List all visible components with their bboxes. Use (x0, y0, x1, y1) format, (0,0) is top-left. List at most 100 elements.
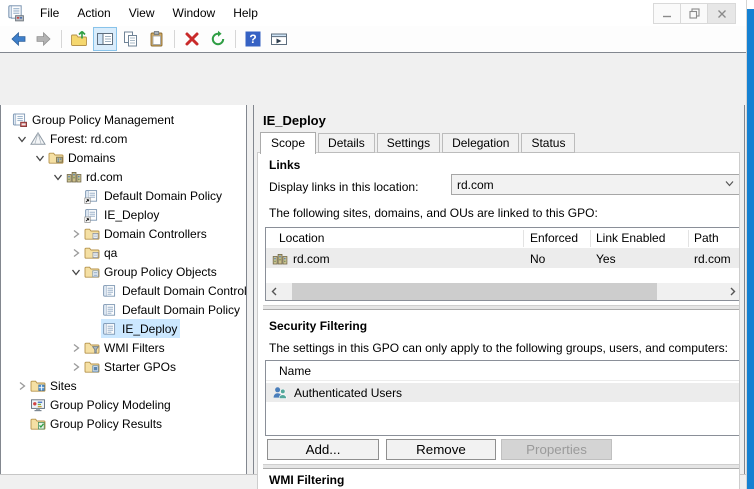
expander-icon[interactable] (68, 207, 83, 222)
refresh-button[interactable] (206, 27, 230, 51)
expander-icon[interactable] (86, 283, 101, 298)
toolbar-separator (61, 30, 62, 48)
gpo-icon (102, 283, 118, 299)
menu-action[interactable]: Action (68, 3, 119, 23)
security-filtering-list: Name Authenticated Users (265, 360, 740, 436)
refresh-icon (209, 30, 227, 48)
scrollbar-thumb[interactable] (292, 283, 657, 300)
tree-item[interactable]: Default Domain Controll (1, 281, 246, 300)
expander-icon[interactable] (14, 397, 29, 412)
forward-icon (35, 30, 53, 48)
menu-file[interactable]: File (31, 3, 68, 23)
expander-icon[interactable] (0, 112, 11, 127)
show-console-tree-button[interactable] (93, 27, 117, 51)
column-divider[interactable] (590, 230, 591, 247)
expander-icon[interactable] (68, 226, 83, 241)
forest-icon (30, 131, 46, 147)
tree-item[interactable]: Default Domain Policy (1, 186, 246, 205)
security-filtering-intro: The settings in this GPO can only apply … (269, 341, 728, 355)
scroll-left-arrow[interactable] (266, 283, 283, 300)
tab-delegation[interactable]: Delegation (442, 133, 519, 153)
toolbar: ? (0, 26, 746, 52)
starter-folder-icon (84, 359, 100, 375)
scroll-right-arrow[interactable] (724, 283, 740, 300)
tree-item[interactable]: Domain Controllers (1, 224, 246, 243)
column-divider[interactable] (523, 230, 524, 247)
tree-item[interactable]: qa (1, 243, 246, 262)
close-button[interactable] (708, 4, 735, 23)
tree-item-label: WMI Filters (104, 341, 165, 355)
display-links-label: Display links in this location: (269, 180, 418, 194)
menu-window[interactable]: Window (164, 3, 225, 23)
tree-item-label: Default Domain Policy (122, 303, 240, 317)
minimize-button[interactable] (654, 4, 681, 23)
tab-settings[interactable]: Settings (377, 133, 440, 153)
links-table: Location Enforced Link Enabled Path rd.c… (265, 227, 740, 301)
expander-icon[interactable] (68, 340, 83, 355)
remove-button[interactable]: Remove (386, 439, 496, 460)
list-item[interactable]: Authenticated Users (266, 383, 740, 402)
tree-item-label: Group Policy Management (32, 113, 174, 127)
workspace: Group Policy Management Forest: rd.com D… (0, 53, 746, 474)
tree-item[interactable]: WMI Filters (1, 338, 246, 357)
expander-icon[interactable] (86, 302, 101, 317)
column-name[interactable]: Name (279, 364, 311, 378)
column-divider[interactable] (688, 230, 689, 247)
column-link-enabled[interactable]: Link Enabled (596, 231, 665, 245)
properties-button[interactable]: Properties (501, 439, 612, 460)
expander-icon[interactable] (68, 188, 83, 203)
expander-icon[interactable] (50, 169, 65, 184)
table-row[interactable]: rd.com No Yes rd.com (266, 249, 740, 268)
tree-item[interactable]: IE_Deploy (1, 319, 246, 338)
up-one-level-button[interactable] (67, 27, 91, 51)
paste-button[interactable] (145, 27, 169, 51)
help-button[interactable]: ? (241, 27, 265, 51)
expander-icon[interactable] (68, 359, 83, 374)
tree-item-label: Sites (50, 379, 77, 393)
tree-item[interactable]: Group Policy Management (1, 110, 246, 129)
expander-icon[interactable] (68, 245, 83, 260)
expander-icon[interactable] (14, 378, 29, 393)
expander-icon[interactable] (86, 321, 101, 336)
tab-status[interactable]: Status (521, 133, 575, 153)
back-button[interactable] (6, 27, 30, 51)
menu-view[interactable]: View (120, 3, 164, 23)
location-dropdown-value: rd.com (457, 178, 494, 192)
section-splitter[interactable] (263, 305, 740, 310)
tree-item[interactable]: Group Policy Modeling (1, 395, 246, 414)
column-location[interactable]: Location (279, 231, 324, 245)
tree-item[interactable]: Sites (1, 376, 246, 395)
tree-item[interactable]: Domains (1, 148, 246, 167)
location-dropdown[interactable]: rd.com (451, 174, 740, 195)
menu-help[interactable]: Help (224, 3, 267, 23)
tree-item[interactable]: Default Domain Policy (1, 300, 246, 319)
add-button[interactable]: Add... (267, 439, 379, 460)
tree-item[interactable]: Group Policy Objects (1, 262, 246, 281)
section-splitter[interactable] (263, 464, 740, 469)
tree-item[interactable]: Starter GPOs (1, 357, 246, 376)
tree-item[interactable]: Group Policy Results (1, 414, 246, 433)
tab-scope[interactable]: Scope (260, 132, 316, 154)
expander-icon[interactable] (14, 131, 29, 146)
restore-button[interactable] (681, 4, 708, 23)
forward-button[interactable] (32, 27, 56, 51)
delete-button[interactable] (180, 27, 204, 51)
tree-item[interactable]: Forest: rd.com (1, 129, 246, 148)
export-list-button[interactable] (267, 27, 291, 51)
security-list-header: Name (266, 361, 740, 381)
gpo-link-icon (84, 188, 100, 204)
expander-icon[interactable] (68, 264, 83, 279)
gpmc-window: File Action View Window Help ? (0, 0, 754, 489)
expander-icon[interactable] (14, 416, 29, 431)
expander-icon[interactable] (32, 150, 47, 165)
table-horizontal-scrollbar[interactable] (266, 283, 740, 300)
tree-item-label: IE_Deploy (104, 208, 159, 222)
copy-button[interactable] (119, 27, 143, 51)
tree-item[interactable]: rd.com (1, 167, 246, 186)
tree-item[interactable]: IE_Deploy (1, 205, 246, 224)
tab-details[interactable]: Details (318, 133, 375, 153)
cell-link-enabled: Yes (596, 252, 616, 266)
column-enforced[interactable]: Enforced (530, 231, 578, 245)
tree-item-label: Default Domain Policy (104, 189, 222, 203)
column-path[interactable]: Path (694, 231, 719, 245)
